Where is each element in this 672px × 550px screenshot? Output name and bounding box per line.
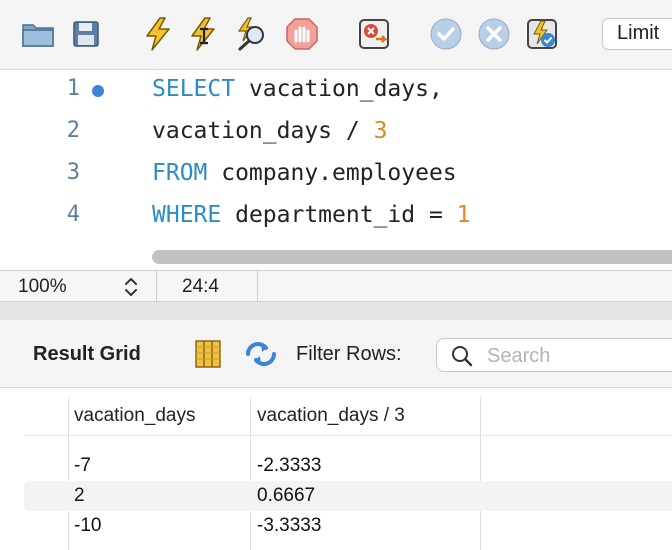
column-header[interactable]: vacation_days / 3 — [257, 405, 405, 427]
result-toolbar: Result Grid Filter Rows: — [0, 320, 672, 388]
result-grid: vacation_days vacation_days / 3 -7 -2.33… — [0, 389, 672, 550]
code-line: WHERE department_id = 1 — [152, 202, 471, 228]
table-row[interactable]: 2 0.6667 — [24, 481, 672, 511]
checkmark-icon — [430, 18, 462, 50]
code-text: department_id = — [221, 202, 457, 228]
autocommit-button[interactable] — [524, 16, 560, 52]
magnifier-lightning-icon — [237, 17, 264, 51]
table-cell[interactable]: 0.6667 — [257, 485, 315, 507]
execute-button[interactable] — [140, 16, 176, 52]
table-row[interactable]: -10 -3.3333 — [24, 511, 672, 541]
code-line: vacation_days / 3 — [152, 118, 387, 144]
result-grid-label: Result Grid — [33, 343, 141, 365]
table-row[interactable]: -7 -2.3333 — [24, 451, 672, 481]
code-text: vacation_days, — [235, 76, 443, 102]
stop-hand-icon — [286, 18, 318, 50]
divider — [257, 271, 258, 303]
sql-keyword: WHERE — [152, 202, 222, 228]
zoom-stepper[interactable] — [120, 274, 142, 300]
commit-button[interactable] — [428, 16, 464, 52]
toggle-error-button[interactable] — [356, 16, 392, 52]
table-cell[interactable]: -7 — [74, 455, 91, 477]
explain-button[interactable] — [234, 16, 270, 52]
code-line: SELECT vacation_days, — [152, 76, 443, 102]
editor-status-bar: 100% 24:4 — [0, 270, 672, 303]
cursor-position: 24:4 — [182, 276, 219, 297]
grid-view-button[interactable] — [195, 340, 221, 373]
table-cell[interactable]: 2 — [74, 485, 85, 507]
number-literal: 1 — [456, 202, 471, 228]
cross-icon — [478, 18, 510, 50]
column-header[interactable]: vacation_days — [74, 405, 195, 427]
stop-button[interactable] — [284, 16, 320, 52]
sql-keyword: SELECT — [152, 76, 236, 102]
filter-search-box[interactable] — [436, 338, 672, 372]
table-cell[interactable]: -2.3333 — [257, 455, 321, 477]
save-icon — [73, 21, 99, 47]
divider — [156, 271, 157, 303]
error-toggle-icon — [359, 19, 389, 49]
zoom-level: 100% — [18, 276, 67, 297]
sql-editor[interactable]: 1 2 3 4 SELECT vacation_days, vacation_d… — [0, 70, 672, 270]
line-number-gutter: 1 2 3 4 — [0, 70, 150, 270]
folder-icon — [22, 24, 54, 47]
query-toolbar: Limit — [0, 0, 672, 70]
lightning-icon — [146, 17, 170, 51]
limit-rows-select[interactable]: Limit — [602, 18, 672, 50]
filter-rows-label: Filter Rows: — [296, 343, 402, 365]
sql-keyword: FROM — [152, 160, 208, 186]
lightning-cursor-icon — [191, 17, 215, 51]
line-number: 4 — [66, 202, 80, 227]
number-literal: 3 — [373, 118, 388, 144]
code-line: FROM company.employees — [152, 160, 457, 186]
line-number: 1 — [66, 76, 80, 101]
refresh-icon — [246, 342, 276, 366]
updown-chevron-icon — [125, 278, 137, 296]
panel-splitter[interactable] — [0, 302, 672, 320]
code-text: vacation_days / — [152, 118, 374, 144]
execute-current-button[interactable] — [186, 16, 222, 52]
line-number: 2 — [66, 118, 80, 143]
line-number: 3 — [66, 160, 80, 185]
open-folder-button[interactable] — [20, 16, 56, 52]
autocommit-icon — [527, 19, 557, 49]
statement-marker-dot — [92, 85, 104, 97]
horizontal-scrollbar[interactable] — [152, 250, 672, 264]
search-input[interactable] — [487, 343, 667, 369]
search-icon — [452, 346, 473, 367]
table-cell[interactable]: -3.3333 — [257, 515, 321, 537]
header-divider — [24, 435, 672, 436]
table-cell[interactable]: -10 — [74, 515, 101, 537]
refresh-button[interactable] — [244, 340, 278, 373]
save-button[interactable] — [68, 16, 104, 52]
rollback-button[interactable] — [476, 16, 512, 52]
grid-columns-icon — [195, 340, 221, 368]
code-text: company.employees — [207, 160, 457, 186]
